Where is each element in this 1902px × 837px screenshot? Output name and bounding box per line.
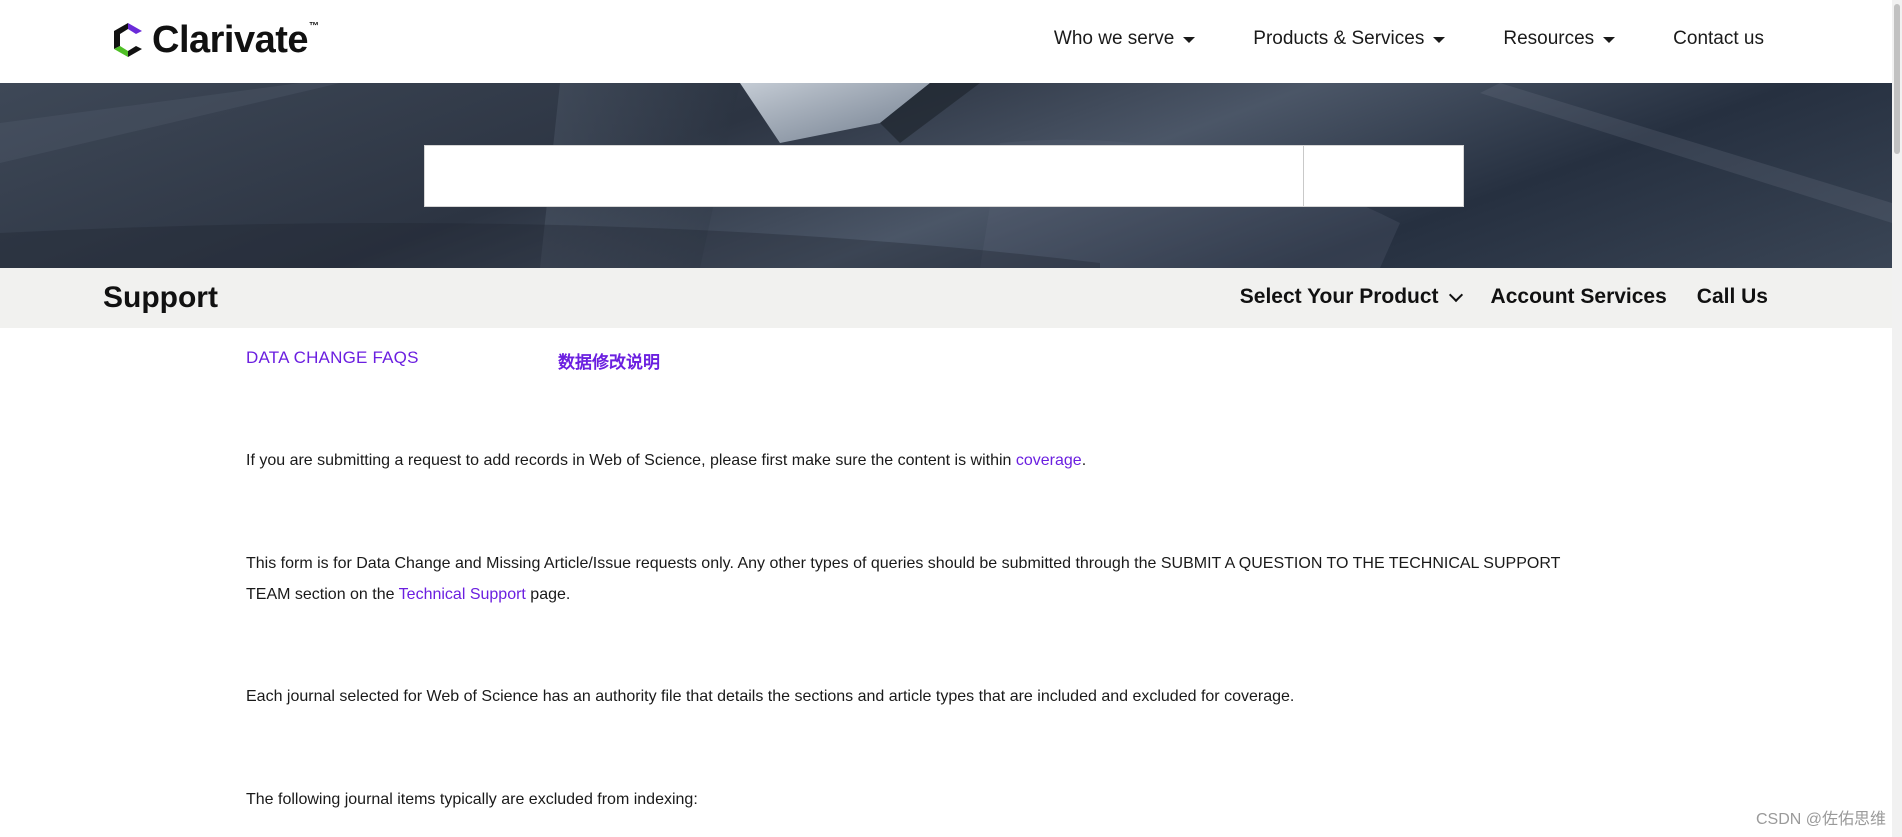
account-services-label: Account Services xyxy=(1490,285,1667,308)
page-scrollbar[interactable] xyxy=(1892,0,1902,837)
form-scope-paragraph-tail: page. xyxy=(525,586,571,603)
search-box xyxy=(424,145,1464,207)
form-scope-paragraph: This form is for Data Change and Missing… xyxy=(246,548,1606,610)
search-button[interactable] xyxy=(1303,146,1463,206)
search-input[interactable] xyxy=(425,146,1303,206)
support-bar: Support Select Your Product Account Serv… xyxy=(0,268,1892,328)
nav-who-we-serve[interactable]: Who we serve xyxy=(1053,28,1196,50)
watermark: CSDN @佐佑思维 xyxy=(1755,811,1886,828)
coverage-paragraph-text: If you are submitting a request to add r… xyxy=(246,452,1016,469)
caret-down-icon xyxy=(1603,37,1616,43)
tab-data-change-cn[interactable]: 数据修改说明 xyxy=(558,348,660,373)
clarivate-logo[interactable]: Clarivate ™ xyxy=(110,18,319,62)
nav-who-we-serve-label: Who we serve xyxy=(1053,28,1175,49)
technical-support-link[interactable]: Technical Support xyxy=(399,586,526,603)
excluded-items-paragraph: The following journal items typically ar… xyxy=(246,791,698,808)
coverage-paragraph: If you are submitting a request to add r… xyxy=(246,445,1616,476)
select-your-product-label: Select Your Product xyxy=(1239,285,1439,308)
caret-down-icon xyxy=(1183,37,1196,43)
account-services-link[interactable]: Account Services xyxy=(1491,285,1667,309)
logo-trademark: ™ xyxy=(309,20,320,32)
support-title: Support xyxy=(103,281,218,314)
nav-products-services[interactable]: Products & Services xyxy=(1253,28,1446,50)
nav-resources[interactable]: Resources xyxy=(1503,28,1616,50)
tab-data-change-faqs[interactable]: DATA CHANGE FAQS xyxy=(246,348,419,368)
logo-text: Clarivate xyxy=(152,18,309,61)
nav-contact-us[interactable]: Contact us xyxy=(1673,28,1764,50)
chevron-down-icon xyxy=(1448,287,1463,302)
top-navigation: Clarivate ™ Who we serve Products & Serv… xyxy=(0,0,1892,83)
hero-banner xyxy=(0,83,1892,268)
caret-down-icon xyxy=(1433,37,1446,43)
coverage-link[interactable]: coverage xyxy=(1016,452,1082,469)
call-us-link[interactable]: Call Us xyxy=(1697,285,1768,309)
call-us-label: Call Us xyxy=(1696,285,1768,308)
nav-products-services-label: Products & Services xyxy=(1253,28,1425,49)
language-tabs: DATA CHANGE FAQS 数据修改说明 xyxy=(246,348,660,372)
coverage-paragraph-tail: . xyxy=(1081,452,1087,469)
nav-contact-us-label: Contact us xyxy=(1673,28,1764,49)
main-nav: Who we serve Products & Services Resourc… xyxy=(1054,28,1764,50)
select-your-product-dropdown[interactable]: Select Your Product xyxy=(1239,285,1463,309)
nav-resources-label: Resources xyxy=(1503,28,1595,49)
clarivate-logo-icon xyxy=(114,23,142,57)
support-links: Select Your Product Account Services Cal… xyxy=(1240,285,1768,309)
authority-file-paragraph: Each journal selected for Web of Science… xyxy=(246,688,1295,705)
scrollbar-thumb[interactable] xyxy=(1894,4,1900,154)
